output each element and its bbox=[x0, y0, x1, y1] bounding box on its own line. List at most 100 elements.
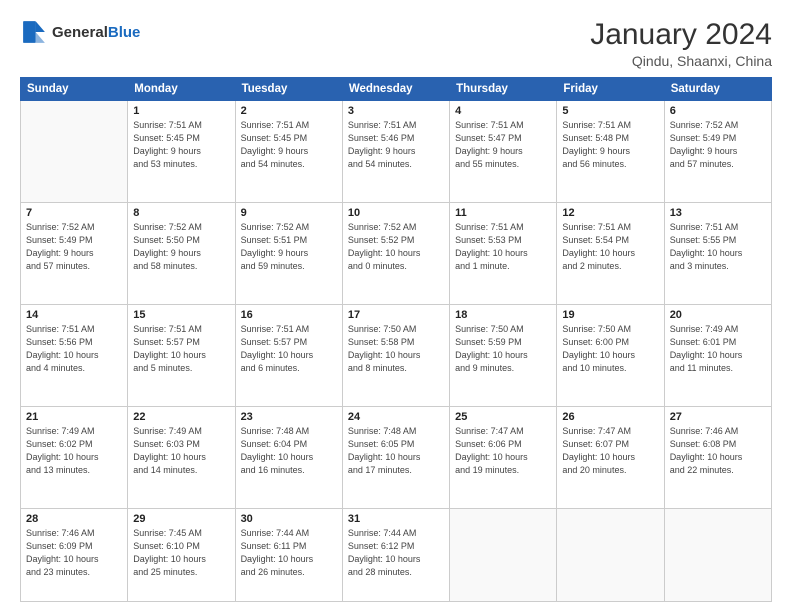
calendar-cell: 29 Sunrise: 7:45 AM Sunset: 6:10 PM Dayli… bbox=[128, 508, 235, 601]
calendar-cell: 17Sunrise: 7:50 AM Sunset: 5:58 PM Dayli… bbox=[342, 304, 449, 406]
day-number: 12 bbox=[562, 207, 658, 219]
day-info: Sunrise: 7:49 AM Sunset: 6:03 PM Dayligh… bbox=[133, 425, 229, 477]
day-number: 29 bbox=[133, 513, 229, 525]
day-number: 14 bbox=[26, 309, 122, 321]
day-number: 26 bbox=[562, 411, 658, 423]
day-number: 31 bbox=[348, 513, 444, 525]
column-header-wednesday: Wednesday bbox=[342, 78, 449, 101]
week-row-1: 1 Sunrise: 7:51 AM Sunset: 5:45 PM Daylig… bbox=[21, 101, 772, 203]
calendar-cell: 2 Sunrise: 7:51 AM Sunset: 5:45 PM Daylig… bbox=[235, 101, 342, 203]
calendar-title: January 2024 bbox=[590, 18, 772, 51]
calendar-cell bbox=[450, 508, 557, 601]
column-header-monday: Monday bbox=[128, 78, 235, 101]
calendar-cell: 4Sunrise: 7:51 AM Sunset: 5:47 PM Daylig… bbox=[450, 101, 557, 203]
calendar-cell: 9 Sunrise: 7:52 AM Sunset: 5:51 PM Daylig… bbox=[235, 202, 342, 304]
title-block: January 2024 Qindu, Shaanxi, China bbox=[590, 18, 772, 69]
calendar-cell: 21Sunrise: 7:49 AM Sunset: 6:02 PM Dayli… bbox=[21, 406, 128, 508]
day-number: 20 bbox=[670, 309, 766, 321]
day-number: 24 bbox=[348, 411, 444, 423]
day-number: 4 bbox=[455, 105, 551, 117]
day-info: Sunrise: 7:46 AM Sunset: 6:08 PM Dayligh… bbox=[670, 425, 766, 477]
week-row-2: 7 Sunrise: 7:52 AM Sunset: 5:49 PM Daylig… bbox=[21, 202, 772, 304]
day-info: Sunrise: 7:51 AM Sunset: 5:53 PM Dayligh… bbox=[455, 221, 551, 273]
day-number: 27 bbox=[670, 411, 766, 423]
calendar-cell: 18 Sunrise: 7:50 AM Sunset: 5:59 PM Dayli… bbox=[450, 304, 557, 406]
calendar-cell: 23Sunrise: 7:48 AM Sunset: 6:04 PM Dayli… bbox=[235, 406, 342, 508]
day-number: 11 bbox=[455, 207, 551, 219]
column-header-saturday: Saturday bbox=[664, 78, 771, 101]
day-number: 28 bbox=[26, 513, 122, 525]
column-header-sunday: Sunday bbox=[21, 78, 128, 101]
column-header-friday: Friday bbox=[557, 78, 664, 101]
day-info: Sunrise: 7:48 AM Sunset: 6:05 PM Dayligh… bbox=[348, 425, 444, 477]
calendar-body: 1 Sunrise: 7:51 AM Sunset: 5:45 PM Daylig… bbox=[21, 101, 772, 602]
calendar-cell: 30Sunrise: 7:44 AM Sunset: 6:11 PM Dayli… bbox=[235, 508, 342, 601]
header: General Blue January 2024 Qindu, Shaanxi… bbox=[20, 18, 772, 69]
day-number: 15 bbox=[133, 309, 229, 321]
day-number: 25 bbox=[455, 411, 551, 423]
calendar-cell: 15 Sunrise: 7:51 AM Sunset: 5:57 PM Dayli… bbox=[128, 304, 235, 406]
day-info: Sunrise: 7:52 AM Sunset: 5:51 PM Dayligh… bbox=[241, 221, 337, 273]
day-info: Sunrise: 7:51 AM Sunset: 5:57 PM Dayligh… bbox=[133, 323, 229, 375]
day-info: Sunrise: 7:51 AM Sunset: 5:46 PM Dayligh… bbox=[348, 119, 444, 171]
day-info: Sunrise: 7:49 AM Sunset: 6:01 PM Dayligh… bbox=[670, 323, 766, 375]
day-info: Sunrise: 7:47 AM Sunset: 6:06 PM Dayligh… bbox=[455, 425, 551, 477]
column-header-tuesday: Tuesday bbox=[235, 78, 342, 101]
day-info: Sunrise: 7:45 AM Sunset: 6:10 PM Dayligh… bbox=[133, 527, 229, 579]
day-info: Sunrise: 7:51 AM Sunset: 5:57 PM Dayligh… bbox=[241, 323, 337, 375]
column-header-thursday: Thursday bbox=[450, 78, 557, 101]
calendar-cell: 7 Sunrise: 7:52 AM Sunset: 5:49 PM Daylig… bbox=[21, 202, 128, 304]
day-number: 8 bbox=[133, 207, 229, 219]
page: General Blue January 2024 Qindu, Shaanxi… bbox=[0, 0, 792, 612]
logo-blue-text: Blue bbox=[108, 24, 141, 41]
calendar-cell: 27 Sunrise: 7:46 AM Sunset: 6:08 PM Dayli… bbox=[664, 406, 771, 508]
calendar-cell: 8 Sunrise: 7:52 AM Sunset: 5:50 PM Daylig… bbox=[128, 202, 235, 304]
calendar-cell: 11 Sunrise: 7:51 AM Sunset: 5:53 PM Dayli… bbox=[450, 202, 557, 304]
calendar-cell: 24 Sunrise: 7:48 AM Sunset: 6:05 PM Dayli… bbox=[342, 406, 449, 508]
day-info: Sunrise: 7:50 AM Sunset: 6:00 PM Dayligh… bbox=[562, 323, 658, 375]
day-info: Sunrise: 7:51 AM Sunset: 5:45 PM Dayligh… bbox=[133, 119, 229, 171]
day-info: Sunrise: 7:51 AM Sunset: 5:48 PM Dayligh… bbox=[562, 119, 658, 171]
calendar-cell: 6 Sunrise: 7:52 AM Sunset: 5:49 PM Daylig… bbox=[664, 101, 771, 203]
day-number: 7 bbox=[26, 207, 122, 219]
calendar-cell: 12 Sunrise: 7:51 AM Sunset: 5:54 PM Dayli… bbox=[557, 202, 664, 304]
calendar-cell: 26 Sunrise: 7:47 AM Sunset: 6:07 PM Dayli… bbox=[557, 406, 664, 508]
day-info: Sunrise: 7:51 AM Sunset: 5:55 PM Dayligh… bbox=[670, 221, 766, 273]
day-number: 1 bbox=[133, 105, 229, 117]
calendar-cell: 16 Sunrise: 7:51 AM Sunset: 5:57 PM Dayli… bbox=[235, 304, 342, 406]
calendar-subtitle: Qindu, Shaanxi, China bbox=[590, 53, 772, 69]
day-info: Sunrise: 7:44 AM Sunset: 6:12 PM Dayligh… bbox=[348, 527, 444, 579]
week-row-5: 28Sunrise: 7:46 AM Sunset: 6:09 PM Dayli… bbox=[21, 508, 772, 601]
day-number: 30 bbox=[241, 513, 337, 525]
day-info: Sunrise: 7:52 AM Sunset: 5:50 PM Dayligh… bbox=[133, 221, 229, 273]
calendar-cell bbox=[664, 508, 771, 601]
day-number: 9 bbox=[241, 207, 337, 219]
day-number: 23 bbox=[241, 411, 337, 423]
day-info: Sunrise: 7:51 AM Sunset: 5:56 PM Dayligh… bbox=[26, 323, 122, 375]
day-info: Sunrise: 7:52 AM Sunset: 5:49 PM Dayligh… bbox=[26, 221, 122, 273]
calendar-cell: 22 Sunrise: 7:49 AM Sunset: 6:03 PM Dayli… bbox=[128, 406, 235, 508]
day-number: 18 bbox=[455, 309, 551, 321]
logo-icon bbox=[20, 18, 48, 46]
day-number: 19 bbox=[562, 309, 658, 321]
week-row-3: 14 Sunrise: 7:51 AM Sunset: 5:56 PM Dayli… bbox=[21, 304, 772, 406]
day-number: 16 bbox=[241, 309, 337, 321]
calendar-cell: 28Sunrise: 7:46 AM Sunset: 6:09 PM Dayli… bbox=[21, 508, 128, 601]
day-number: 5 bbox=[562, 105, 658, 117]
calendar-cell: 10Sunrise: 7:52 AM Sunset: 5:52 PM Dayli… bbox=[342, 202, 449, 304]
day-number: 10 bbox=[348, 207, 444, 219]
day-info: Sunrise: 7:51 AM Sunset: 5:45 PM Dayligh… bbox=[241, 119, 337, 171]
week-row-4: 21Sunrise: 7:49 AM Sunset: 6:02 PM Dayli… bbox=[21, 406, 772, 508]
day-info: Sunrise: 7:51 AM Sunset: 5:54 PM Dayligh… bbox=[562, 221, 658, 273]
day-number: 6 bbox=[670, 105, 766, 117]
calendar-cell: 3 Sunrise: 7:51 AM Sunset: 5:46 PM Daylig… bbox=[342, 101, 449, 203]
day-info: Sunrise: 7:47 AM Sunset: 6:07 PM Dayligh… bbox=[562, 425, 658, 477]
day-info: Sunrise: 7:50 AM Sunset: 5:59 PM Dayligh… bbox=[455, 323, 551, 375]
calendar-cell: 13Sunrise: 7:51 AM Sunset: 5:55 PM Dayli… bbox=[664, 202, 771, 304]
day-number: 3 bbox=[348, 105, 444, 117]
day-number: 2 bbox=[241, 105, 337, 117]
day-number: 22 bbox=[133, 411, 229, 423]
logo: General Blue bbox=[20, 18, 140, 46]
day-info: Sunrise: 7:49 AM Sunset: 6:02 PM Dayligh… bbox=[26, 425, 122, 477]
day-info: Sunrise: 7:52 AM Sunset: 5:49 PM Dayligh… bbox=[670, 119, 766, 171]
